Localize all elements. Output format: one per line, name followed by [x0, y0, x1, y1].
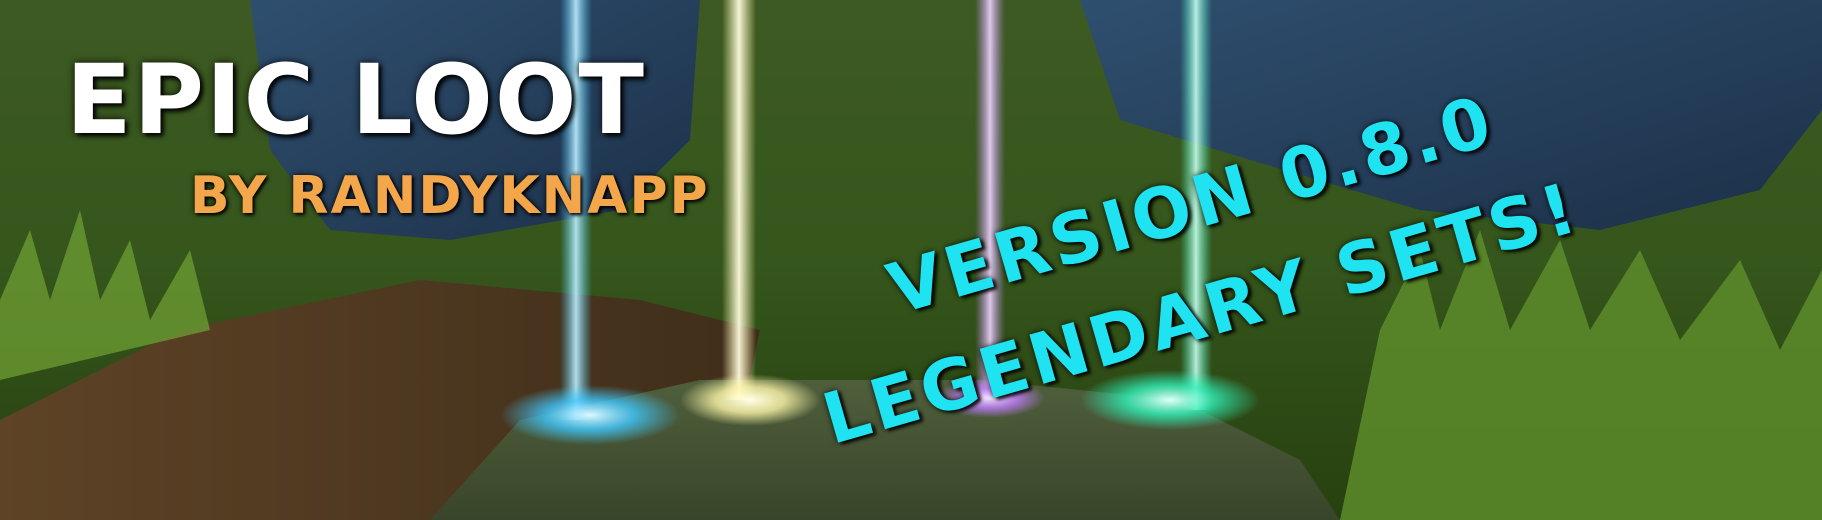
loot-pool-blue	[500, 385, 680, 445]
loot-beam-yellow	[722, 0, 756, 400]
banner-title: EPIC LOOT	[66, 44, 646, 156]
epic-loot-banner: EPIC LOOT BY RANDYKNAPP VERSION 0.8.0 LE…	[0, 0, 1822, 520]
banner-subtitle: BY RANDYKNAPP	[190, 166, 710, 226]
loot-pool-yellow	[680, 374, 820, 426]
